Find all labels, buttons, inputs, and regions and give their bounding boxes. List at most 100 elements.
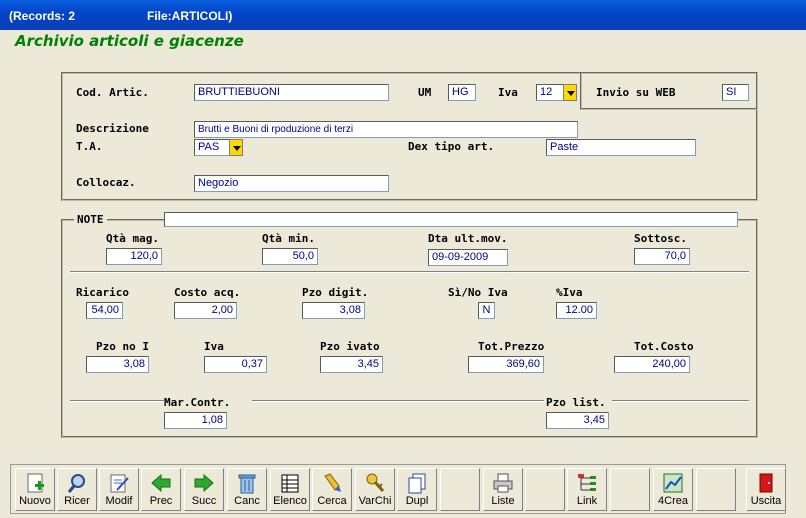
highlighter-icon	[320, 472, 344, 494]
iva-select[interactable]: 12	[536, 84, 564, 101]
empty-toolbar-button[interactable]	[440, 468, 480, 511]
liste-button[interactable]: Liste	[483, 468, 523, 511]
perc-iva-field[interactable]: 12.00	[556, 302, 597, 319]
ricarico-field[interactable]: 54,00	[86, 302, 123, 319]
pzo-no-i-field[interactable]: 3,08	[86, 356, 149, 373]
trash-icon	[235, 472, 259, 494]
qta-mag-field[interactable]: 120,0	[106, 248, 162, 265]
sottosc-label: Sottosc.	[634, 232, 687, 245]
tree-icon	[575, 472, 599, 494]
tot-prezzo-field[interactable]: 369,60	[468, 356, 544, 373]
iva-amount-field[interactable]: 0,37	[204, 356, 267, 373]
new-document-icon	[23, 472, 47, 494]
note-label: NOTE	[74, 213, 107, 226]
collocaz-label: Collocaz.	[76, 176, 136, 189]
empty-toolbar-button[interactable]	[610, 468, 650, 511]
cod-artic-field[interactable]: BRUTTIEBUONI	[194, 84, 389, 101]
uscita-label: Uscita	[750, 495, 782, 507]
nuovo-button[interactable]: Nuovo	[15, 468, 55, 511]
prec-button[interactable]: Prec	[141, 468, 181, 511]
qta-min-field[interactable]: 50,0	[262, 248, 318, 265]
empty-toolbar-button[interactable]	[696, 468, 736, 511]
si-no-iva-field[interactable]: N	[478, 302, 495, 319]
duplicate-icon	[405, 472, 429, 494]
divider	[612, 400, 749, 402]
tot-costo-label: Tot.Costo	[634, 340, 694, 353]
dta-ult-mov-label: Dta ult.mov.	[428, 232, 508, 245]
succ-button[interactable]: Succ	[184, 468, 224, 511]
sottosc-field[interactable]: 70,0	[634, 248, 690, 265]
pzo-ivato-field[interactable]: 3,45	[320, 356, 383, 373]
iva-amount-label: Iva	[204, 340, 224, 353]
dupl-button[interactable]: Dupl	[397, 468, 437, 511]
modif-button[interactable]: Modif	[99, 468, 139, 511]
prec-label: Prec	[149, 495, 173, 507]
uscita-button[interactable]: Uscita	[746, 468, 786, 511]
pzo-list-label: Pzo list.	[546, 396, 606, 409]
list-icon	[278, 472, 302, 494]
varchi-label: VarChi	[358, 495, 392, 507]
nuovo-label: Nuovo	[19, 495, 51, 507]
ricer-button[interactable]: Ricer	[57, 468, 97, 511]
cerca-label: Cerca	[317, 495, 347, 507]
succ-label: Succ	[191, 495, 217, 507]
collocaz-field[interactable]: Negozio	[194, 175, 389, 192]
cerca-button[interactable]: Cerca	[312, 468, 352, 511]
chart-icon	[661, 472, 685, 494]
costo-acq-label: Costo acq.	[174, 286, 241, 299]
file-name: File:ARTICOLI)	[147, 9, 233, 23]
pzo-digit-field[interactable]: 3,08	[302, 302, 365, 319]
elenco-button[interactable]: Elenco	[270, 468, 310, 511]
elenco-label: Elenco	[273, 495, 307, 507]
costo-acq-field[interactable]: 2,00	[174, 302, 237, 319]
ta-select[interactable]: PAS	[194, 139, 230, 156]
divider	[70, 400, 164, 402]
records-count: (Records: 2	[9, 9, 76, 23]
ricarico-label: Ricarico	[76, 286, 129, 299]
invio-web-field[interactable]: SI	[722, 84, 749, 101]
pzo-ivato-label: Pzo ivato	[320, 340, 380, 353]
title-bar: (Records: 2 File:ARTICOLI)	[0, 0, 806, 30]
printer-icon	[491, 472, 515, 494]
empty-toolbar-button[interactable]	[525, 468, 565, 511]
descrizione-label: Descrizione	[76, 122, 149, 135]
pzo-list-field[interactable]: 3,45	[546, 412, 609, 429]
crea-label: 4Crea	[658, 495, 688, 507]
arrow-left-icon	[149, 472, 173, 494]
modif-label: Modif	[105, 495, 133, 507]
invio-web-label: Invio su WEB	[596, 86, 676, 99]
dta-ult-mov-field[interactable]: 09-09-2009	[428, 249, 508, 266]
crea-button[interactable]: 4Crea	[653, 468, 693, 511]
mar-contr-field[interactable]: 1,08	[164, 412, 227, 429]
page-title: Archivio articoli e giacenze	[15, 32, 244, 50]
keys-icon	[363, 472, 387, 494]
varchi-button[interactable]: VarChi	[355, 468, 395, 511]
tot-prezzo-label: Tot.Prezzo	[478, 340, 545, 353]
um-field[interactable]: HG	[448, 84, 476, 101]
canc-label: Canc	[234, 495, 260, 507]
canc-button[interactable]: Canc	[227, 468, 267, 511]
exit-door-icon	[754, 472, 778, 494]
pzo-no-i-label: Pzo no I	[96, 340, 149, 353]
qta-mag-label: Qtà mag.	[106, 232, 159, 245]
pzo-digit-label: Pzo digit.	[302, 286, 369, 299]
divider	[70, 271, 749, 273]
ricer-label: Ricer	[64, 495, 90, 507]
mar-contr-label: Mar.Contr.	[164, 396, 231, 409]
si-no-iva-label: Sì/No Iva	[448, 286, 508, 299]
link-button[interactable]: Link	[567, 468, 607, 511]
iva-label: Iva	[498, 86, 518, 99]
qta-min-label: Qtà min.	[262, 232, 315, 245]
perc-iva-label: %Iva	[556, 286, 583, 299]
note-field[interactable]	[164, 212, 738, 227]
cod-artic-label: Cod. Artic.	[76, 86, 149, 99]
ta-dropdown-button[interactable]	[229, 139, 243, 156]
descrizione-field[interactable]: Brutti e Buoni di rpoduzione di terzi	[194, 121, 578, 138]
iva-dropdown-button[interactable]	[563, 84, 577, 101]
dex-tipo-field[interactable]: Paste	[546, 139, 696, 156]
arrow-right-icon	[192, 472, 216, 494]
divider	[252, 400, 544, 402]
tot-costo-field[interactable]: 240,00	[614, 356, 690, 373]
dex-tipo-label: Dex tipo art.	[408, 140, 495, 153]
search-icon	[65, 472, 89, 494]
